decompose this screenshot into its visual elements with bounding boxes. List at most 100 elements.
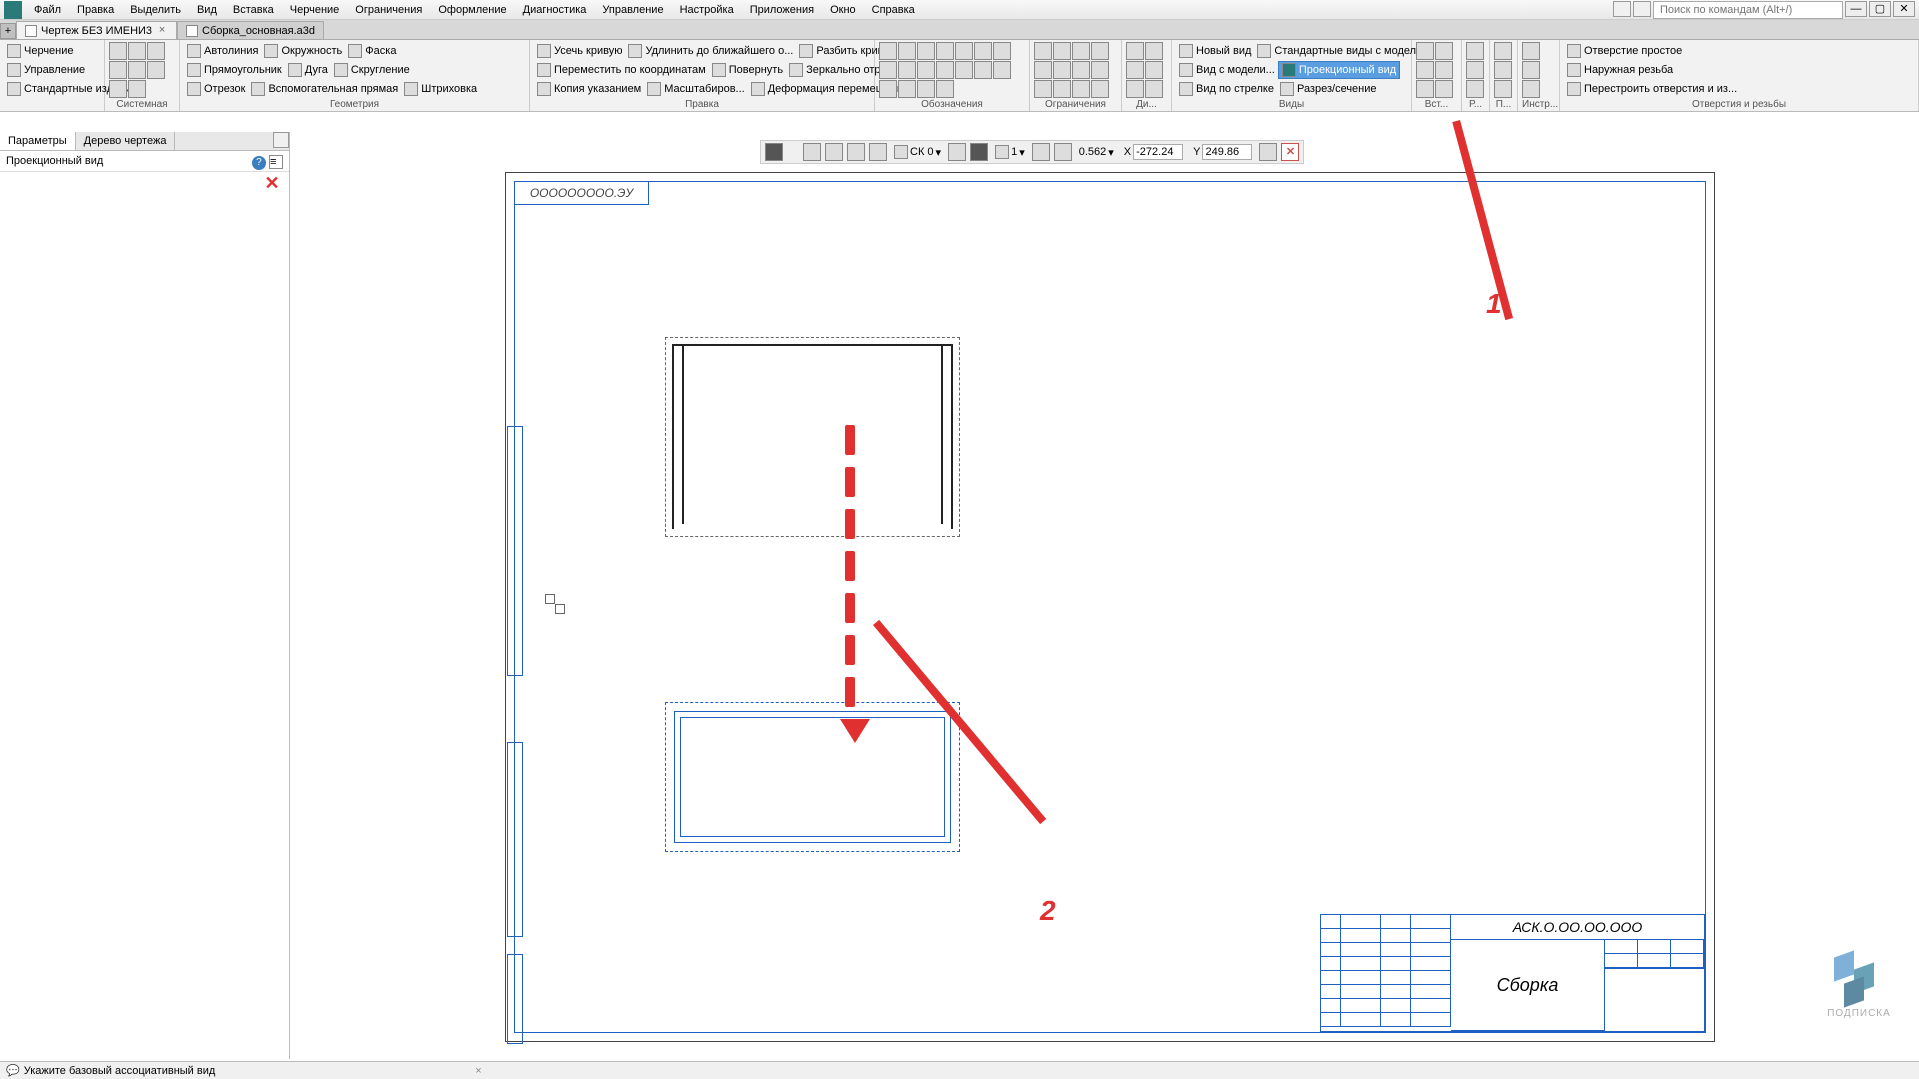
zoom-in-icon[interactable]	[1054, 143, 1072, 161]
menu-settings[interactable]: Настройка	[672, 1, 742, 19]
segment-button[interactable]: Отрезок	[184, 80, 248, 98]
annot-icon[interactable]	[898, 42, 916, 60]
menu-apps[interactable]: Приложения	[742, 1, 822, 19]
constr-icon[interactable]	[1091, 80, 1109, 98]
maximize-button[interactable]: ▢	[1869, 1, 1891, 17]
menu-edit[interactable]: Правка	[69, 1, 122, 19]
circle-button[interactable]: Окружность	[261, 42, 345, 60]
diag-icon[interactable]	[1145, 42, 1163, 60]
redo-icon[interactable]	[147, 61, 165, 79]
help-icon[interactable]: ?	[252, 156, 266, 170]
scale-button[interactable]: Масштабиров...	[644, 80, 747, 98]
movecoord-button[interactable]: Переместить по координатам	[534, 61, 709, 79]
constr-icon[interactable]	[1034, 61, 1052, 79]
new-tab-button[interactable]: +	[0, 23, 16, 39]
chamfer-button[interactable]: Фаска	[345, 42, 399, 60]
menu-diagnostics[interactable]: Диагностика	[515, 1, 595, 19]
annot-icon[interactable]	[917, 80, 935, 98]
auxline-button[interactable]: Вспомогательная прямая	[248, 80, 401, 98]
drawing-canvas[interactable]: ООООООООО.ЭУ	[290, 132, 1919, 1059]
close-command-button[interactable]: ✕	[1281, 143, 1299, 161]
minimize-button[interactable]: —	[1845, 1, 1867, 17]
open-icon[interactable]	[128, 42, 146, 60]
annot-icon[interactable]	[879, 80, 897, 98]
save-icon[interactable]	[147, 42, 165, 60]
annot-icon[interactable]	[993, 42, 1011, 60]
lock-icon[interactable]	[1259, 143, 1277, 161]
tool-icon[interactable]	[1522, 61, 1540, 79]
r-icon[interactable]	[1466, 61, 1484, 79]
zoom-out-icon[interactable]	[1032, 143, 1050, 161]
p-icon[interactable]	[1494, 61, 1512, 79]
ins-icon[interactable]	[1435, 42, 1453, 60]
tab-close-icon[interactable]: ×	[156, 25, 168, 37]
paste-icon[interactable]	[128, 80, 146, 98]
annot-icon[interactable]	[879, 61, 897, 79]
copy-icon[interactable]	[109, 80, 127, 98]
annot-icon[interactable]	[936, 42, 954, 60]
angle-icon[interactable]	[948, 143, 966, 161]
annot-icon[interactable]	[955, 61, 973, 79]
panel-tab-params[interactable]: Параметры	[0, 132, 76, 150]
diag-icon[interactable]	[1145, 80, 1163, 98]
diag-icon[interactable]	[1126, 80, 1144, 98]
annot-icon[interactable]	[898, 61, 916, 79]
tab-drawing[interactable]: Чертеж БЕЗ ИМЕНИ3 ×	[16, 21, 177, 39]
x-coord-input[interactable]	[1133, 144, 1183, 160]
diag-icon[interactable]	[1126, 61, 1144, 79]
constr-icon[interactable]	[1072, 61, 1090, 79]
constr-icon[interactable]	[1072, 80, 1090, 98]
zoom-dropdown[interactable]: 0.562▾	[1076, 146, 1117, 159]
base-view[interactable]	[665, 337, 960, 537]
close-button[interactable]: ✕	[1893, 1, 1915, 17]
r-icon[interactable]	[1466, 42, 1484, 60]
menu-select[interactable]: Выделить	[122, 1, 189, 19]
refresh-icon[interactable]	[847, 143, 865, 161]
annot-icon[interactable]	[974, 42, 992, 60]
collapse-icon[interactable]: ≡	[269, 155, 283, 169]
extend-button[interactable]: Удлинить до ближайшего о...	[625, 42, 796, 60]
rotate-button[interactable]: Повернуть	[709, 61, 786, 79]
ins-icon[interactable]	[1435, 61, 1453, 79]
ins-icon[interactable]	[1416, 80, 1434, 98]
menu-help[interactable]: Справка	[864, 1, 923, 19]
constr-icon[interactable]	[1072, 42, 1090, 60]
std-model-views-button[interactable]: Стандартные виды с модели...	[1254, 42, 1434, 60]
r-icon[interactable]	[1466, 80, 1484, 98]
annot-icon[interactable]	[879, 42, 897, 60]
menu-insert[interactable]: Вставка	[225, 1, 282, 19]
diag-icon[interactable]	[1126, 42, 1144, 60]
diag-icon[interactable]	[1145, 61, 1163, 79]
modelview-button[interactable]: Вид с модели...	[1176, 61, 1278, 79]
tool-icon[interactable]	[1522, 42, 1540, 60]
tool-icon[interactable]	[1522, 80, 1540, 98]
menu-window[interactable]: Окно	[822, 1, 864, 19]
arc-button[interactable]: Дуга	[285, 61, 331, 79]
annot-icon[interactable]	[936, 61, 954, 79]
p-icon[interactable]	[1494, 42, 1512, 60]
simple-hole-button[interactable]: Отверстие простое	[1564, 42, 1914, 60]
hatch-button[interactable]: Штриховка	[401, 80, 480, 98]
constr-icon[interactable]	[1053, 80, 1071, 98]
constr-icon[interactable]	[1091, 61, 1109, 79]
menu-drawing[interactable]: Черчение	[282, 1, 348, 19]
panel-tab-tree[interactable]: Дерево чертежа	[76, 132, 176, 150]
print-icon[interactable]	[109, 61, 127, 79]
annot-icon[interactable]	[955, 42, 973, 60]
ins-icon[interactable]	[1416, 61, 1434, 79]
projection-view-button[interactable]: Проекционный вид	[1278, 61, 1400, 79]
undo-icon[interactable]	[128, 61, 146, 79]
menu-design[interactable]: Оформление	[430, 1, 514, 19]
curve-icon[interactable]	[825, 143, 843, 161]
p-icon[interactable]	[1494, 80, 1512, 98]
constr-icon[interactable]	[1034, 42, 1052, 60]
annot-icon[interactable]	[974, 61, 992, 79]
projected-view-preview[interactable]	[665, 702, 960, 852]
trim-button[interactable]: Усечь кривую	[534, 42, 625, 60]
ins-icon[interactable]	[1416, 42, 1434, 60]
tab-assembly[interactable]: Сборка_основная.a3d	[177, 21, 324, 39]
menu-view[interactable]: Вид	[189, 1, 225, 19]
fillet-button[interactable]: Скругление	[331, 61, 413, 79]
annot-icon[interactable]	[993, 61, 1011, 79]
pencil-dropdown-icon[interactable]	[765, 143, 783, 161]
